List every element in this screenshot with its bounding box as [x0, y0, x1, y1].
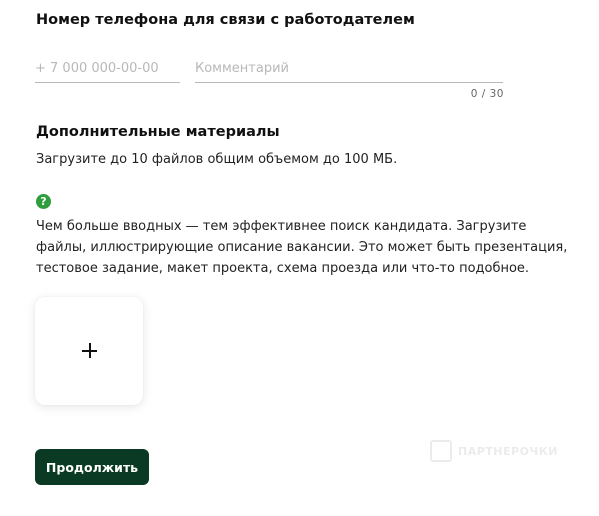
comment-input[interactable] — [195, 56, 503, 80]
watermark-text: ПАРТНЕРОЧКИ — [458, 444, 559, 458]
continue-button[interactable]: Продолжить — [35, 449, 149, 485]
add-file-button[interactable] — [35, 297, 143, 405]
materials-upload-limit: Загрузите до 10 файлов общим объемом до … — [36, 152, 398, 167]
phone-field[interactable] — [35, 56, 180, 83]
materials-section-title: Дополнительные материалы — [36, 124, 280, 140]
plus-icon-vertical — [89, 343, 91, 358]
materials-description: Чем больше вводных — тем эффективнее пои… — [36, 219, 568, 276]
phone-input[interactable] — [35, 56, 180, 80]
question-circle-icon[interactable]: ? — [36, 194, 51, 209]
phone-section-title: Номер телефона для связи с работодателем — [36, 12, 415, 28]
comment-field[interactable] — [195, 56, 503, 83]
watermark-logo-icon — [430, 440, 452, 462]
comment-char-counter: 0 / 30 — [470, 88, 504, 100]
watermark: ПАРТНЕРОЧКИ — [430, 440, 558, 462]
